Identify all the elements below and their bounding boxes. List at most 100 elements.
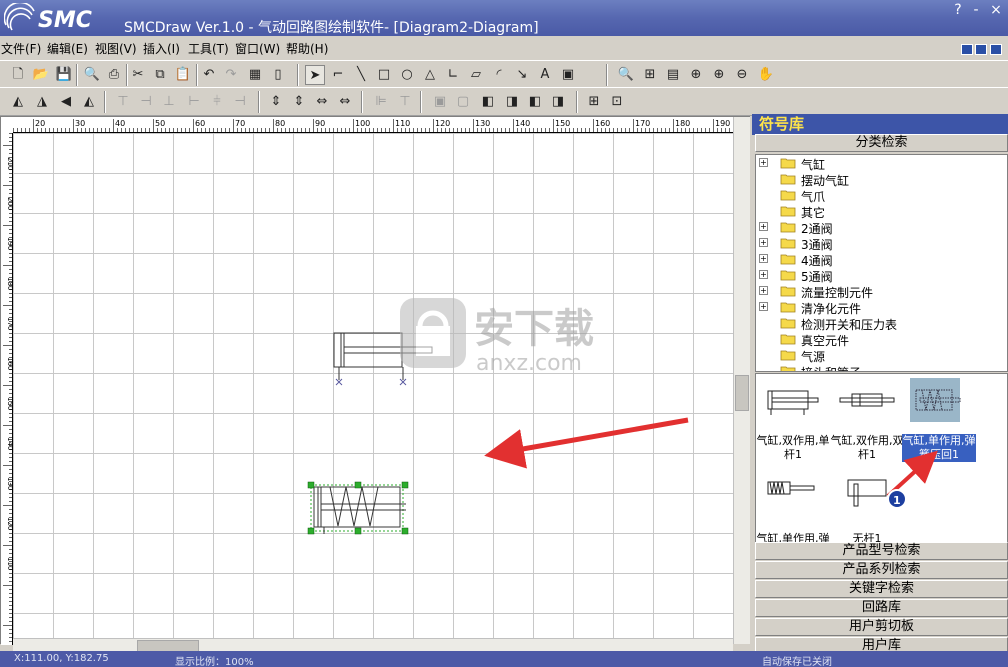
symbol-item-selected[interactable]: 气缸,单作用,弹簧压回1 bbox=[902, 378, 976, 462]
zoom-page-icon[interactable]: ▤ bbox=[663, 65, 683, 85]
image-icon[interactable]: ▣ bbox=[558, 65, 578, 85]
rectangle-icon[interactable]: □ bbox=[374, 65, 394, 85]
print-icon[interactable]: ⎙ bbox=[104, 65, 124, 85]
vertical-scroll-thumb[interactable] bbox=[735, 375, 749, 411]
save-icon[interactable]: 💾 bbox=[54, 65, 74, 85]
align-top-icon[interactable]: ⊤ bbox=[113, 92, 133, 112]
tree-item[interactable]: 摆动气缸 bbox=[756, 171, 1006, 188]
ungroup-icon[interactable]: ▢ bbox=[453, 92, 473, 112]
cylinder-single-acting-symbol[interactable] bbox=[306, 480, 410, 538]
align-right-icon[interactable]: ⊣ bbox=[230, 92, 250, 112]
pan-hand-icon[interactable]: ✋ bbox=[756, 65, 776, 85]
redo-icon[interactable]: ↷ bbox=[221, 65, 241, 85]
tree-item[interactable]: +4通阀 bbox=[756, 251, 1006, 268]
grid-icon[interactable]: ⊞ bbox=[584, 92, 604, 112]
same-height-icon[interactable]: ⇕ bbox=[266, 92, 286, 112]
undo-icon[interactable]: ↶ bbox=[199, 65, 219, 85]
same-size-icon[interactable]: ⇔ bbox=[312, 92, 332, 112]
category-tree[interactable]: + 气缸 摆动气缸 气爪 其它 +2通阀 +3通阀 +4通阀 +5通阀 + 流量控制元件 + 清净化元件… bbox=[755, 154, 1008, 372]
tree-item[interactable]: 气源 bbox=[756, 347, 1006, 364]
paste-icon[interactable]: 📋 bbox=[173, 65, 193, 85]
expand-toggle-icon[interactable]: + bbox=[759, 158, 768, 167]
line-icon[interactable]: ╲ bbox=[351, 65, 371, 85]
tree-item[interactable]: 接头和管子 bbox=[756, 363, 1006, 371]
connector-icon[interactable]: ⌐ bbox=[328, 65, 348, 85]
expand-toggle-icon[interactable]: + bbox=[759, 222, 768, 231]
parallelogram-icon[interactable]: ▱ bbox=[466, 65, 486, 85]
drawing-canvas[interactable] bbox=[13, 133, 733, 638]
group-icon[interactable]: ▣ bbox=[430, 92, 450, 112]
symbol-item[interactable]: 气缸,单作用,弹簧压出1 bbox=[756, 476, 830, 543]
keyword-search-button[interactable]: 关键字检索 bbox=[755, 580, 1008, 598]
menu-edit[interactable]: 编辑(E) bbox=[47, 40, 88, 57]
menu-tools[interactable]: 工具(T) bbox=[188, 40, 229, 57]
properties-icon[interactable]: ▦ bbox=[245, 65, 265, 85]
mdi-close-button[interactable] bbox=[990, 44, 1002, 55]
tree-item[interactable]: + 气缸 bbox=[756, 155, 1006, 172]
rotate-icon[interactable]: ◀ bbox=[56, 92, 76, 112]
align-middle-icon[interactable]: ⊣ bbox=[136, 92, 156, 112]
symbol-gallery[interactable]: 气缸,双作用,单杆1 气缸,双作用,双杆1 气缸,单作用,弹簧压回1 气缸,单作… bbox=[755, 373, 1008, 544]
same-width-icon[interactable]: ⇕ bbox=[289, 92, 309, 112]
bring-forward-icon[interactable]: ◧ bbox=[525, 92, 545, 112]
print-preview-icon[interactable]: 🔍 bbox=[82, 65, 102, 85]
page-icon[interactable]: ▯ bbox=[268, 65, 288, 85]
tree-item[interactable]: 气爪 bbox=[756, 187, 1006, 204]
align-left-icon[interactable]: ⊢ bbox=[184, 92, 204, 112]
select-arrow-icon[interactable]: ➤ bbox=[305, 65, 325, 85]
tree-item[interactable]: 检测开关和压力表 bbox=[756, 315, 1006, 332]
series-search-button[interactable]: 产品系列检索 bbox=[755, 561, 1008, 579]
arrow-line-icon[interactable]: ↘ bbox=[512, 65, 532, 85]
symbol-item[interactable]: 无杆1 bbox=[830, 476, 902, 543]
tree-item[interactable]: +3通阀 bbox=[756, 235, 1006, 252]
bring-front-icon[interactable]: ◧ bbox=[478, 92, 498, 112]
mdi-restore-button[interactable] bbox=[975, 44, 987, 55]
close-button[interactable]: × bbox=[988, 2, 1004, 18]
flip-left-icon[interactable]: ◭ bbox=[8, 92, 28, 112]
zoom-out-icon[interactable]: ⊖ bbox=[732, 65, 752, 85]
tree-item[interactable]: 其它 bbox=[756, 203, 1006, 220]
tree-item[interactable]: 真空元件 bbox=[756, 331, 1006, 348]
arc-icon[interactable]: ◜ bbox=[489, 65, 509, 85]
menu-view[interactable]: 视图(V) bbox=[95, 40, 137, 57]
tree-item[interactable]: +2通阀 bbox=[756, 219, 1006, 236]
snap-icon[interactable]: ⊡ bbox=[607, 92, 627, 112]
corner-line-icon[interactable]: ∟ bbox=[443, 65, 463, 85]
expand-toggle-icon[interactable]: + bbox=[759, 254, 768, 263]
same-size-all-icon[interactable]: ⇔ bbox=[335, 92, 355, 112]
menu-insert[interactable]: 插入(I) bbox=[143, 40, 180, 57]
mirror-icon[interactable]: ◭ bbox=[79, 92, 99, 112]
expand-toggle-icon[interactable]: + bbox=[759, 270, 768, 279]
zoom-icon[interactable]: 🔍 bbox=[616, 65, 636, 85]
symbol-item[interactable]: 气缸,双作用,双杆1 bbox=[830, 378, 904, 461]
help-button[interactable]: ? bbox=[950, 2, 966, 18]
user-clipboard-button[interactable]: 用户剪切板 bbox=[755, 618, 1008, 636]
minimize-button[interactable]: - bbox=[968, 2, 984, 18]
text-icon[interactable]: A bbox=[535, 65, 555, 85]
space-vertical-icon[interactable]: ⊤ bbox=[395, 92, 415, 112]
symbol-item[interactable]: 气缸,双作用,单杆1 bbox=[756, 378, 830, 461]
tree-item[interactable]: +5通阀 bbox=[756, 267, 1006, 284]
zoom-region-icon[interactable]: ⊕ bbox=[686, 65, 706, 85]
model-search-button[interactable]: 产品型号检索 bbox=[755, 542, 1008, 560]
copy-icon[interactable]: ⧉ bbox=[150, 65, 170, 85]
menu-help[interactable]: 帮助(H) bbox=[286, 40, 328, 57]
send-back-icon[interactable]: ◨ bbox=[502, 92, 522, 112]
tree-item[interactable]: + 流量控制元件 bbox=[756, 283, 1006, 300]
category-search-button[interactable]: 分类检索 bbox=[755, 134, 1008, 152]
circuit-library-button[interactable]: 回路库 bbox=[755, 599, 1008, 617]
zoom-in-icon[interactable]: ⊕ bbox=[709, 65, 729, 85]
vertical-scrollbar[interactable] bbox=[733, 117, 750, 644]
zoom-fit-icon[interactable]: ⊞ bbox=[640, 65, 660, 85]
space-horizontal-icon[interactable]: ⊫ bbox=[371, 92, 391, 112]
new-icon[interactable]: 🗋 bbox=[8, 65, 28, 85]
open-icon[interactable]: 📂 bbox=[31, 65, 51, 85]
expand-toggle-icon[interactable]: + bbox=[759, 238, 768, 247]
mdi-minimize-button[interactable] bbox=[961, 44, 973, 55]
menu-window[interactable]: 窗口(W) bbox=[235, 40, 280, 57]
menu-file[interactable]: 文件(F) bbox=[1, 40, 41, 57]
align-bottom-icon[interactable]: ⊥ bbox=[159, 92, 179, 112]
cut-icon[interactable]: ✂ bbox=[128, 65, 148, 85]
send-backward-icon[interactable]: ◨ bbox=[548, 92, 568, 112]
expand-toggle-icon[interactable]: + bbox=[759, 286, 768, 295]
